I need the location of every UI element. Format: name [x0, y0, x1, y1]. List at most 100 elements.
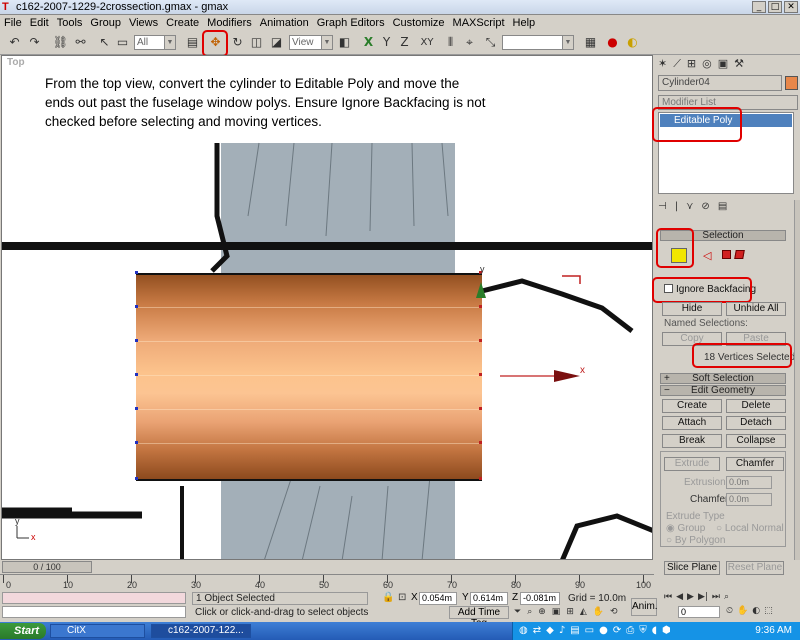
maxscript-listener-field[interactable]: [2, 592, 186, 604]
axis-constraint-x-icon[interactable]: X: [360, 34, 377, 51]
vertex-left[interactable]: [135, 441, 138, 444]
menu-graph-editors[interactable]: Graph Editors: [313, 17, 389, 29]
zoom-icon[interactable]: ⌕: [527, 607, 532, 619]
absolute-mode-icon[interactable]: ⊡: [398, 592, 406, 603]
named-selection-dropdown[interactable]: ▼: [502, 35, 574, 50]
vertex-left[interactable]: [135, 305, 138, 308]
hide-button[interactable]: Hide: [662, 302, 722, 316]
top-viewport[interactable]: Top From the top view, convert the cylin…: [1, 55, 653, 560]
time-slider[interactable]: 0 / 100: [2, 561, 92, 573]
current-frame-field[interactable]: 0: [678, 606, 720, 618]
tray-monitor-icon[interactable]: ▭: [585, 625, 594, 636]
select-and-scale-icon[interactable]: ◫: [248, 34, 265, 51]
collapse-button[interactable]: Collapse: [726, 434, 786, 448]
tray-shield-icon[interactable]: ◆: [546, 625, 554, 636]
material-editor-icon[interactable]: ▦: [582, 34, 599, 51]
axis-constraint-xy-icon[interactable]: XY: [416, 34, 438, 51]
select-object-icon[interactable]: ↖: [96, 34, 113, 51]
region-select-icon[interactable]: ▭: [114, 34, 131, 51]
time-config-icon[interactable]: ⏲: [726, 606, 733, 618]
cylinder-object[interactable]: [136, 273, 482, 481]
motion-tab-icon[interactable]: ◎: [702, 57, 712, 73]
menu-edit[interactable]: Edit: [26, 17, 53, 29]
delete-button[interactable]: Delete: [726, 399, 786, 413]
pin-stack-icon[interactable]: ⊣: [658, 201, 667, 213]
y-coord-field[interactable]: 0.614m: [470, 592, 508, 605]
select-and-link-icon[interactable]: ⛓: [52, 34, 69, 51]
tray-security-icon[interactable]: ⛨: [639, 625, 647, 636]
add-time-tag-button[interactable]: Add Time Tag: [449, 606, 509, 629]
unhide-all-button[interactable]: Unhide All: [726, 302, 786, 316]
menu-modifiers[interactable]: Modifiers: [203, 17, 256, 29]
key-mode-icon[interactable]: ⏷: [514, 607, 521, 619]
maximize-viewport-icon[interactable]: ⬚: [764, 606, 773, 618]
align-icon[interactable]: ⌖: [461, 34, 478, 51]
goto-end-icon[interactable]: ⏭: [712, 592, 720, 604]
vertex-left[interactable]: [135, 477, 138, 480]
quick-render-icon[interactable]: ◐: [624, 34, 641, 51]
mirror-icon[interactable]: ⫴: [442, 34, 459, 51]
select-by-name-icon[interactable]: ▤: [184, 34, 201, 51]
vertex-left[interactable]: [135, 373, 138, 376]
time-slider-track[interactable]: 0 / 100: [0, 560, 654, 574]
menu-create[interactable]: Create: [162, 17, 203, 29]
play-icon[interactable]: ▶: [687, 592, 694, 604]
edit-geometry-rollout-header[interactable]: − Edit Geometry: [660, 385, 786, 396]
zoom-all-icon[interactable]: ⊕: [538, 607, 546, 619]
modify-tab-icon[interactable]: ⟋: [673, 57, 681, 73]
panel-scrollbar[interactable]: [794, 200, 800, 560]
select-and-rotate-icon[interactable]: ↻: [229, 34, 246, 51]
undo-icon[interactable]: ↶: [6, 34, 23, 51]
pivot-center-icon[interactable]: ◧: [336, 34, 353, 51]
break-button[interactable]: Break: [662, 434, 722, 448]
redo-icon[interactable]: ↷: [26, 34, 43, 51]
tray-printer-icon[interactable]: ⎙: [626, 625, 634, 636]
taskbar-item-gmax[interactable]: c162-2007-122...: [151, 624, 251, 638]
menu-views[interactable]: Views: [125, 17, 162, 29]
group-radio[interactable]: ◉ Group: [666, 523, 705, 534]
goto-start-icon[interactable]: ⏮: [664, 592, 672, 604]
soft-selection-rollout-header[interactable]: + Soft Selection: [660, 373, 786, 384]
start-button[interactable]: Start: [0, 623, 46, 639]
taskbar-item-citx[interactable]: CitX: [50, 624, 145, 638]
snap-icon[interactable]: ⤡: [482, 34, 499, 51]
vertex-selected[interactable]: [479, 305, 482, 308]
lock-selection-icon[interactable]: 🔒: [382, 592, 394, 603]
selection-filter-dropdown[interactable]: All ▼: [134, 35, 176, 50]
utilities-tab-icon[interactable]: ⚒: [734, 57, 744, 73]
hierarchy-tab-icon[interactable]: ⊞: [687, 57, 696, 73]
maxscript-output-field[interactable]: [2, 606, 186, 618]
show-end-result-icon[interactable]: |: [675, 201, 678, 213]
remove-modifier-icon[interactable]: ⊘: [701, 201, 709, 213]
detach-button[interactable]: Detach: [726, 416, 786, 430]
tray-network-icon[interactable]: ⇄: [533, 625, 541, 636]
menu-animation[interactable]: Animation: [256, 17, 313, 29]
attach-button[interactable]: Attach: [662, 416, 722, 430]
object-name-field[interactable]: Cylinder04: [658, 75, 782, 91]
vertex-selected[interactable]: [479, 407, 482, 410]
render-icon[interactable]: ●: [604, 34, 621, 51]
reset-plane-button[interactable]: Reset Plane: [726, 561, 784, 575]
vertex-selected[interactable]: [479, 477, 482, 480]
menu-group[interactable]: Group: [86, 17, 125, 29]
menu-tools[interactable]: Tools: [53, 17, 87, 29]
tray-volume-icon[interactable]: ◖: [652, 625, 657, 636]
field-of-view-icon[interactable]: ◭: [580, 607, 587, 619]
z-coord-field[interactable]: -0.081m: [520, 592, 560, 605]
timeline-ruler[interactable]: 0 10 20 30 40 50 60 70 80 90 100: [0, 574, 654, 590]
next-frame-icon[interactable]: ▶|: [698, 592, 708, 604]
create-tab-icon[interactable]: ✶: [658, 57, 667, 73]
pan-view-icon[interactable]: ✋: [737, 606, 748, 618]
tray-disk-icon[interactable]: ⬢: [662, 625, 671, 636]
slice-plane-button[interactable]: Slice Plane: [664, 561, 720, 575]
reference-coord-dropdown[interactable]: View ▼: [289, 35, 333, 50]
axis-constraint-z-icon[interactable]: Z: [396, 34, 413, 51]
vertex-left[interactable]: [135, 407, 138, 410]
maximize-button[interactable]: □: [768, 1, 782, 13]
pan-icon[interactable]: ✋: [593, 607, 604, 619]
by-polygon-radio[interactable]: ○ By Polygon: [666, 535, 725, 546]
minimize-button[interactable]: _: [752, 1, 766, 13]
arc-rotate-icon[interactable]: ◐: [752, 606, 760, 618]
vertex-selected[interactable]: [479, 441, 482, 444]
orbit-icon[interactable]: ⟲: [610, 607, 618, 619]
